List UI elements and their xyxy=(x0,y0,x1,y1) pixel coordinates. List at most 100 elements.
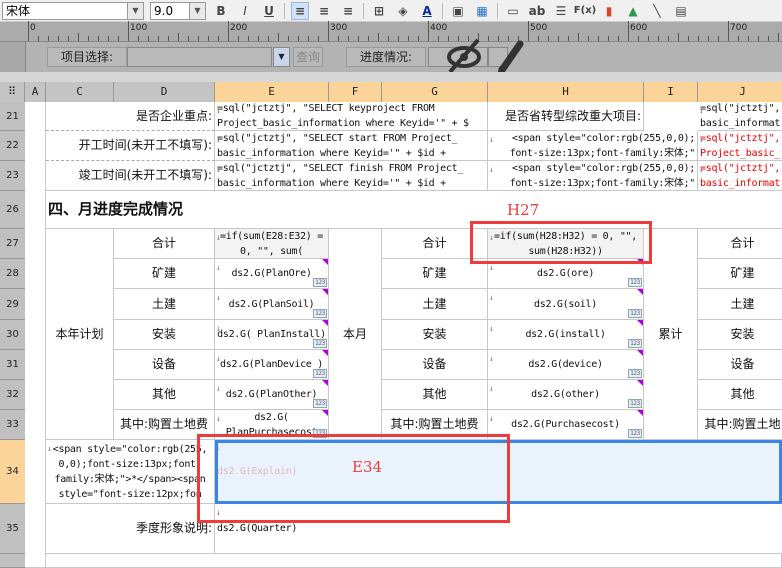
select-all-icon[interactable]: ⠿ xyxy=(0,82,25,102)
cell-D29[interactable]: 土建 xyxy=(114,289,215,320)
border-icon[interactable]: ⊞ xyxy=(370,2,388,20)
bold-button[interactable]: B xyxy=(212,2,230,20)
cell-D22[interactable]: 开工时间(未开工不填写): xyxy=(46,131,215,161)
ruler-tick xyxy=(628,21,629,41)
align-left-icon[interactable]: ≡ xyxy=(291,1,309,20)
column-header-J[interactable]: J xyxy=(698,82,782,102)
project-select[interactable] xyxy=(127,47,272,67)
cell-D30[interactable]: 安装 xyxy=(114,320,215,350)
cell-G30[interactable]: 安装 xyxy=(382,320,488,350)
row-header-29[interactable]: 29 xyxy=(0,289,25,320)
dropdown-button[interactable]: ▼ xyxy=(273,47,290,67)
cell-H30[interactable]: ds2.G(install) ↓ 123 xyxy=(488,320,644,350)
cell-D27[interactable]: 合计 xyxy=(114,229,215,259)
cell-J30[interactable]: 安装 xyxy=(698,320,782,350)
font-name-select[interactable]: 宋体 ▼ xyxy=(2,1,144,20)
cell-F27[interactable]: 本月 xyxy=(329,229,382,440)
row-header-31[interactable]: 31 xyxy=(0,350,25,380)
cell-H31[interactable]: ds2.G(device) ↓ 123 xyxy=(488,350,644,380)
cell-H22[interactable]: <span style="color:rgb(255,0,0); font-si… xyxy=(488,131,698,161)
cell-H33[interactable]: ds2.G(Purchasecost) ↓ 123 xyxy=(488,410,644,440)
slash-icon[interactable]: ╲ xyxy=(648,2,666,20)
cell-E22[interactable]: =sql("jctztj", "SELECT start FROM Projec… xyxy=(215,131,488,161)
cell-H21[interactable]: 是否省转型综改重大项目: xyxy=(488,102,644,131)
cell-G29[interactable]: 土建 xyxy=(382,289,488,320)
cell-E31[interactable]: ds2.G(PlanDevice ) ↓ 123 xyxy=(215,350,329,380)
cell-D23[interactable]: 竣工时间(未开工不填写): xyxy=(46,161,215,191)
column-header-A[interactable]: A xyxy=(25,82,46,102)
cell-C34[interactable]: <span style="color:rgb(255, 0,0);font-si… xyxy=(46,440,215,504)
cell-J22[interactable]: =sql("jctztj", Project_basic_ ↓ xyxy=(698,131,782,161)
row-header-23[interactable]: 23 xyxy=(0,161,25,191)
column-a-cells[interactable] xyxy=(25,102,46,568)
row-header-32[interactable]: 32 xyxy=(0,380,25,410)
textbox-icon[interactable]: ▭ xyxy=(504,2,522,20)
hidden-eye-and-edit-icon[interactable] xyxy=(444,34,544,76)
cell-H29[interactable]: ds2.G(soil) ↓ 123 xyxy=(488,289,644,320)
paragraph-icon[interactable]: ☰ xyxy=(552,2,570,20)
column-header-E[interactable]: E xyxy=(215,82,329,102)
column-header-I[interactable]: I xyxy=(644,82,698,102)
row-header-34[interactable]: 34 xyxy=(0,440,25,504)
cell-J28[interactable]: 矿建 xyxy=(698,259,782,289)
chevron-down-icon[interactable]: ▼ xyxy=(189,2,205,19)
row-header-21[interactable]: 21 xyxy=(0,102,25,131)
row-header-27[interactable]: 27 xyxy=(0,229,25,259)
font-size-select[interactable]: 9.0 ▼ xyxy=(150,1,206,20)
cell-J31[interactable]: 设备 xyxy=(698,350,782,380)
merge-icon[interactable]: ▣ xyxy=(449,2,467,20)
cell-H32[interactable]: ds2.G(other) ↓ 123 xyxy=(488,380,644,410)
column-header-D[interactable]: D xyxy=(114,82,215,102)
cell-row-next[interactable] xyxy=(46,554,782,568)
cell-D31[interactable]: 设备 xyxy=(114,350,215,380)
cell-D21[interactable]: 是否企业重点: xyxy=(46,102,215,131)
column-header-F[interactable]: F xyxy=(329,82,382,102)
cell-E29[interactable]: ds2.G(PlanSoil) ↓ 123 xyxy=(215,289,329,320)
row-header-33[interactable]: 33 xyxy=(0,410,25,440)
font-color-icon[interactable]: A xyxy=(418,2,436,20)
column-header-H[interactable]: H xyxy=(488,82,644,102)
cell-I27[interactable]: 累计 xyxy=(644,229,698,440)
formula-icon[interactable]: F(x) xyxy=(574,2,596,20)
cell-C26[interactable]: 四、月进度完成情况 xyxy=(46,191,782,229)
cell-E32[interactable]: ds2.G(PlanOther) ↓ 123 xyxy=(215,380,329,410)
align-right-icon[interactable]: ≡ xyxy=(339,2,357,20)
row-header-22[interactable]: 22 xyxy=(0,131,25,161)
cell-E23[interactable]: =sql("jctztj", "SELECT finish FROM Proje… xyxy=(215,161,488,191)
cell-J21[interactable]: =sql("jctztj", basic_informat ↓ xyxy=(698,102,782,131)
cell-D32[interactable]: 其他 xyxy=(114,380,215,410)
column-header-C[interactable]: C xyxy=(46,82,114,102)
cell-J33[interactable]: 其中:购置土地 xyxy=(698,410,782,440)
query-button[interactable]: 查询 xyxy=(293,47,323,67)
cell-J29[interactable]: 土建 xyxy=(698,289,782,320)
cell-G31[interactable]: 设备 xyxy=(382,350,488,380)
text-icon[interactable]: ab xyxy=(528,2,546,20)
cell-D28[interactable]: 矿建 xyxy=(114,259,215,289)
grid-icon[interactable]: ▦ xyxy=(473,2,491,20)
fill-color-icon[interactable]: ◈ xyxy=(394,2,412,20)
cell-C27[interactable]: 本年计划 xyxy=(46,229,114,440)
underline-button[interactable]: U xyxy=(260,2,278,20)
cell-E27[interactable]: =if(sum(E28:E32) = 0, "", sum(↓ xyxy=(215,229,329,259)
row-header-35[interactable]: 35 xyxy=(0,504,25,554)
subreport-icon[interactable]: ▤ xyxy=(672,2,690,20)
align-center-icon[interactable]: ≡ xyxy=(315,2,333,20)
cell-D35[interactable]: 季度形象说明: xyxy=(46,504,215,554)
cell-G32[interactable]: 其他 xyxy=(382,380,488,410)
column-header-G[interactable]: G xyxy=(382,82,488,102)
row-header[interactable] xyxy=(0,554,25,568)
row-header-30[interactable]: 30 xyxy=(0,320,25,350)
cell-E28[interactable]: ds2.G(PlanOre) ↓ 123 xyxy=(215,259,329,289)
cell-J23[interactable]: =sql("jctztj", basic_informat ↓ xyxy=(698,161,782,191)
row-header-28[interactable]: 28 xyxy=(0,259,25,289)
row-header-26[interactable]: 26 xyxy=(0,191,25,229)
cell-J27[interactable]: 合计 xyxy=(698,229,782,259)
chevron-down-icon[interactable]: ▼ xyxy=(127,2,143,19)
cell-E21[interactable]: =sql("jctztj", "SELECT keyproject FROM P… xyxy=(215,102,488,131)
italic-button[interactable]: I xyxy=(236,2,254,20)
image-icon[interactable]: ▲ xyxy=(624,2,642,20)
cell-H23[interactable]: <span style="color:rgb(255,0,0); font-si… xyxy=(488,161,698,191)
chart-icon[interactable]: ▮ xyxy=(600,2,618,20)
cell-J32[interactable]: 其他 xyxy=(698,380,782,410)
cell-E30[interactable]: ds2.G( PlanInstall) ↓ 123 xyxy=(215,320,329,350)
